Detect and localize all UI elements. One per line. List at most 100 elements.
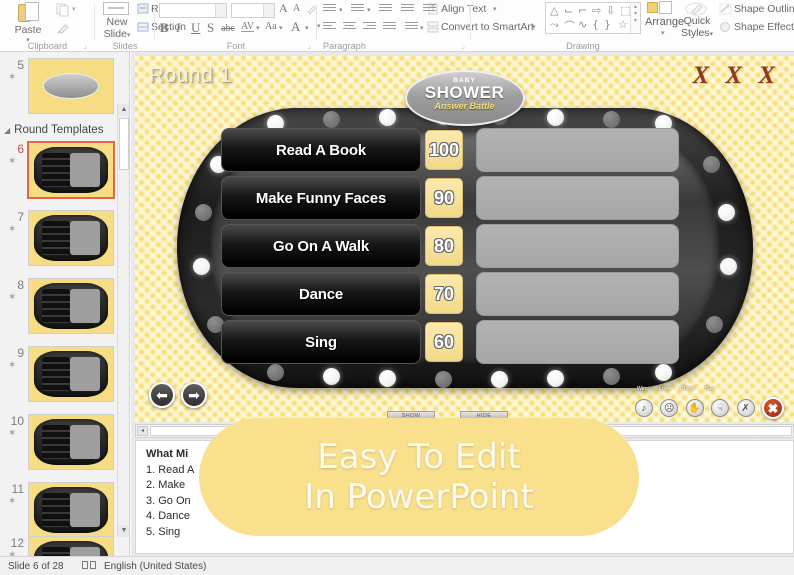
next-slide-button[interactable]: ➡ [181,382,207,408]
shape-arrow-down-icon[interactable]: ⇩ [606,4,615,17]
shape-effects-button[interactable]: Shape Effects [734,21,794,33]
lose-sound-button[interactable]: ☹ [660,399,679,417]
shape-left-brace-icon[interactable]: { [592,18,599,31]
shape-elbow-icon[interactable]: ⌙ [564,4,573,17]
copy-caret[interactable]: ▾ [72,5,76,13]
scrollbar-thumb[interactable] [119,118,129,170]
answer-text[interactable]: Read A Book [221,128,421,172]
answer-row[interactable]: Go On A Walk 80 [221,224,763,270]
new-slide-button[interactable]: New Slide▾ [97,16,137,42]
spelling-icon[interactable] [82,561,98,571]
character-spacing-caret[interactable]: ▾ [256,24,260,32]
answer-row[interactable]: Dance 70 [221,272,763,318]
answer-points[interactable]: 100 [425,130,463,170]
shapes-gallery-scroll[interactable]: ▴ ▾ ▾ [630,3,640,33]
convert-to-smartart-button[interactable]: Convert to SmartArt [441,21,534,33]
answer-points[interactable]: 90 [425,178,463,218]
shape-triangle-icon[interactable]: △ [550,4,558,17]
italic-button[interactable]: I [176,20,180,36]
slide-thumbnail-pane[interactable]: 5 ✶ ◢ Round Templates 6 ✶ 7 ✶ 8 ✶ 9 ✶ 10… [0,52,130,556]
boo-sound-button[interactable]: ☟ [711,399,730,417]
answer-blank-placeholder[interactable] [476,320,679,364]
font-color-button[interactable]: A [291,19,300,35]
grow-font-button[interactable]: A [279,1,288,16]
thumbnail-image[interactable] [28,414,114,470]
round-title[interactable]: Round 1 [149,64,232,88]
shrink-font-button[interactable]: A [293,3,300,14]
arrange-caret[interactable]: ▾ [661,29,665,37]
answer-text[interactable]: Dance [221,272,421,316]
thumbnail-image[interactable] [28,482,114,538]
paragraph-dialog-launcher[interactable]: ⌟ [461,41,465,50]
numbering-icon[interactable] [351,4,364,15]
font-size-input[interactable] [231,3,275,18]
font-name-input[interactable] [159,3,227,18]
shape-freeform-icon[interactable]: ⤳ [550,18,559,32]
mute-sound-button[interactable]: ✗ [736,399,755,417]
underline-button[interactable]: U [191,20,200,36]
shape-outline-button[interactable]: Shape Outline [734,3,794,15]
close-button[interactable]: ✖ [762,397,784,419]
shape-elbow2-icon[interactable]: ⌐ [578,4,587,17]
thumbnail-scrollbar[interactable]: ▲ ▼ [117,104,129,537]
clipboard-dialog-launcher[interactable]: ⌟ [83,41,87,50]
scroll-left-button[interactable]: ◂ [137,426,148,436]
answer-points[interactable]: 80 [425,226,463,266]
answer-row[interactable]: Read A Book 100 [221,128,763,174]
shapes-gallery[interactable]: △ ⌙ ⌐ ⇨ ⇩ ⬚ ⤳ ⌒ ∿ { } ☆ ▴ ▾ ▾ [545,2,641,34]
answer-row[interactable]: Sing 60 [221,320,763,366]
answer-blank-placeholder[interactable] [476,224,679,268]
answer-points[interactable]: 70 [425,274,463,314]
thumbnail-image[interactable] [28,346,114,402]
answer-text[interactable]: Go On A Walk [221,224,421,268]
align-left-icon[interactable] [323,22,336,33]
quick-styles-button[interactable]: Quick Styles▾ [679,15,715,41]
section-header-round-templates[interactable]: ◢ Round Templates [4,124,103,136]
paragraph-extra-caret[interactable]: ▾ [317,22,321,30]
shape-arc-icon[interactable]: ∿ [578,18,587,31]
shape-fill-icon[interactable] [647,2,658,13]
convert-to-smartart-caret[interactable]: ▾ [532,23,536,31]
font-color-caret[interactable]: ▾ [305,24,309,32]
win-sound-button[interactable]: ♪ [634,399,653,417]
answer-blank-placeholder[interactable] [476,128,679,172]
thumbnail-image[interactable] [27,141,115,199]
shape-pentagon-icon[interactable]: ⬚ [620,4,630,17]
increase-indent-icon[interactable] [401,4,414,15]
paste-button[interactable]: Paste ▾ [6,1,50,44]
answer-text[interactable]: Make Funny Faces [221,176,421,220]
prev-slide-button[interactable]: ⬅ [149,382,175,408]
justify-icon[interactable] [383,22,396,33]
bold-button[interactable]: B [160,20,169,36]
align-right-icon[interactable] [363,22,376,33]
thumbnail-image[interactable] [28,210,114,266]
decrease-indent-icon[interactable] [379,4,392,15]
answer-row[interactable]: Make Funny Faces 90 [221,176,763,222]
numbering-caret[interactable]: ▾ [367,6,371,14]
slide-canvas[interactable]: Round 1 X X X BABY SHOWER Answer Battle [135,56,794,422]
change-case-caret[interactable]: ▾ [279,24,283,32]
align-text-caret[interactable]: ▾ [493,5,497,13]
cheer-sound-button[interactable]: ✋ [685,399,704,417]
columns-caret[interactable]: ▾ [420,24,424,32]
change-case-button[interactable]: Aa [265,21,277,32]
format-painter-icon[interactable] [56,21,71,35]
answer-blank-placeholder[interactable] [476,272,679,316]
answer-text[interactable]: Sing [221,320,421,364]
strikethrough-button[interactable]: abc [221,23,235,34]
shape-curve-icon[interactable]: ⌒ [564,18,575,34]
answer-points[interactable]: 60 [425,322,463,362]
slide-counter[interactable]: Slide 6 of 28 [8,561,64,572]
collapse-triangle-icon[interactable]: ◢ [4,126,10,135]
scroll-down-button[interactable]: ▼ [118,525,129,537]
columns-icon[interactable] [405,22,418,33]
text-shadow-button[interactable]: S [207,20,214,36]
shape-arrow-right-icon[interactable]: ⇨ [592,4,601,17]
thumbnail-image[interactable] [28,58,114,114]
game-logo[interactable]: BABY SHOWER Answer Battle [404,70,525,126]
align-text-button[interactable]: Align Text [441,3,486,15]
scroll-up-button[interactable]: ▲ [118,104,129,116]
thumbnail-image[interactable] [28,278,114,334]
answer-blank-placeholder[interactable] [476,176,679,220]
copy-icon[interactable] [56,3,71,17]
